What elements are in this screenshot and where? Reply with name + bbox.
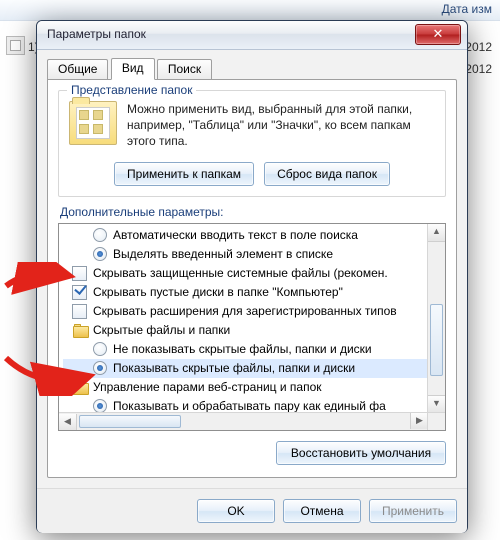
tab-panel-view: Представление папок Можно применить вид,… [47, 79, 457, 478]
list-item-label: Управление парами веб-страниц и папок [87, 380, 322, 394]
ok-button[interactable]: OK [197, 499, 275, 523]
advanced-settings-list: Автоматически вводить текст в поле поиск… [58, 223, 446, 431]
list-item-label: Показывать скрытые файлы, папки и диски [107, 361, 355, 375]
scroll-left-button[interactable]: ◀ [59, 414, 77, 430]
cancel-button[interactable]: Отмена [283, 499, 361, 523]
scroll-right-button[interactable]: ▶ [410, 413, 428, 429]
dialog-title: Параметры папок [47, 27, 146, 41]
folder-icon [73, 324, 87, 336]
checkbox[interactable] [72, 285, 87, 300]
checkbox[interactable] [72, 266, 87, 281]
radio[interactable] [93, 342, 107, 356]
list-item[interactable]: Выделять введенный элемент в списке [63, 245, 428, 264]
list-item-label: Скрывать пустые диски в папке "Компьютер… [87, 285, 343, 299]
horizontal-scrollbar[interactable]: ◀ ▶ [59, 412, 428, 430]
list-item-label: Скрывать расширения для зарегистрированн… [87, 304, 397, 318]
reset-folders-button[interactable]: Сброс вида папок [264, 162, 390, 186]
list-item-label: Скрытые файлы и папки [87, 323, 230, 337]
radio[interactable] [93, 228, 107, 242]
scroll-corner [427, 412, 445, 430]
vscroll-thumb[interactable] [430, 304, 443, 376]
tab-search[interactable]: Поиск [157, 59, 212, 80]
close-icon: ✕ [433, 26, 444, 41]
list-item-label: Выделять введенный элемент в списке [107, 247, 333, 261]
scroll-down-button[interactable]: ▼ [428, 395, 445, 413]
close-button[interactable]: ✕ [415, 24, 461, 45]
bg-file-thumbnail [6, 36, 25, 55]
background-header: Дата изм [0, 0, 500, 21]
list-item[interactable]: Скрытые файлы и папки [63, 321, 428, 340]
vertical-scrollbar[interactable]: ▲ ▼ [427, 224, 445, 413]
list-item-label: Не показывать скрытые файлы, папки и дис… [107, 342, 372, 356]
restore-defaults-button[interactable]: Восстановить умолчания [276, 441, 446, 465]
apply-button[interactable]: Применить [369, 499, 457, 523]
list-item[interactable]: Скрывать расширения для зарегистрированн… [63, 302, 428, 321]
list-item[interactable]: Показывать и обрабатывать пару как едины… [63, 397, 428, 413]
list-viewport: Автоматически вводить текст в поле поиск… [59, 224, 428, 413]
list-item[interactable]: Скрывать защищенные системные файлы (рек… [63, 264, 428, 283]
list-item-label: Скрывать защищенные системные файлы (рек… [87, 266, 388, 280]
folder-icon [73, 381, 87, 393]
advanced-settings-label: Дополнительные параметры: [60, 205, 446, 219]
folder-preview-icon [69, 101, 117, 145]
list-item-label: Автоматически вводить текст в поле поиск… [107, 228, 358, 242]
tab-strip: Общие Вид Поиск [47, 58, 457, 80]
list-item[interactable]: Скрывать пустые диски в папке "Компьютер… [63, 283, 428, 302]
hscroll-thumb[interactable] [79, 415, 181, 428]
radio[interactable] [93, 361, 107, 375]
scroll-up-button[interactable]: ▲ [428, 224, 445, 242]
checkbox[interactable] [72, 304, 87, 319]
list-item[interactable]: Автоматически вводить текст в поле поиск… [63, 226, 428, 245]
list-item[interactable]: Управление парами веб-страниц и папок [63, 378, 428, 397]
titlebar[interactable]: Параметры папок ✕ [37, 21, 467, 50]
folder-views-group: Представление папок Можно применить вид,… [58, 90, 446, 197]
folder-options-dialog: Параметры папок ✕ Общие Вид Поиск Предст… [36, 20, 468, 533]
apply-to-folders-button[interactable]: Применить к папкам [114, 162, 254, 186]
folder-views-title: Представление папок [67, 83, 196, 97]
list-item[interactable]: Не показывать скрытые файлы, папки и дис… [63, 340, 428, 359]
radio[interactable] [93, 399, 107, 413]
list-item[interactable]: Показывать скрытые файлы, папки и диски [63, 359, 428, 378]
tab-view[interactable]: Вид [111, 58, 155, 80]
radio[interactable] [93, 247, 107, 261]
folder-views-desc: Можно применить вид, выбранный для этой … [127, 101, 435, 150]
bg-column-date: Дата изм [442, 2, 492, 16]
dialog-action-bar: OK Отмена Применить [37, 488, 467, 533]
list-item-label: Показывать и обрабатывать пару как едины… [107, 399, 386, 413]
tab-general[interactable]: Общие [47, 59, 108, 80]
